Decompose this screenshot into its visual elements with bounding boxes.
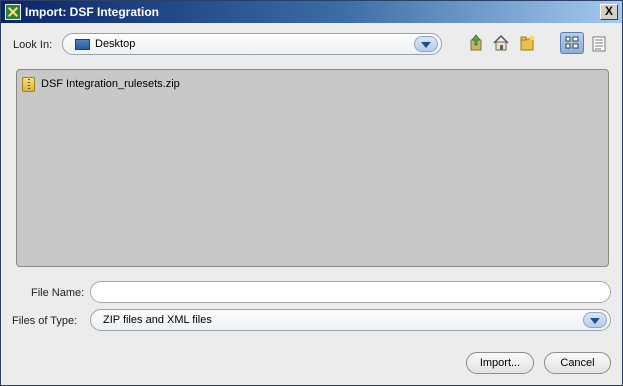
import-dialog: Import: DSF Integration X Look In: Deskt…: [0, 0, 623, 386]
list-view-button[interactable]: [560, 32, 584, 54]
new-folder-icon[interactable]: [518, 34, 536, 52]
close-button[interactable]: X: [600, 4, 618, 20]
file-name-label: File Name:: [31, 287, 85, 299]
list-view-icon: [565, 36, 579, 49]
desktop-icon: [75, 39, 90, 50]
app-icon: [5, 4, 21, 20]
file-name-input[interactable]: [90, 281, 611, 303]
details-view-icon[interactable]: [590, 35, 608, 53]
file-list-pane[interactable]: DSF Integration_rulesets.zip: [16, 69, 609, 267]
file-type-combo[interactable]: ZIP files and XML files: [90, 309, 611, 331]
file-name-text: DSF Integration_rulesets.zip: [41, 78, 180, 90]
up-folder-icon[interactable]: [467, 34, 485, 52]
look-in-combo[interactable]: Desktop: [62, 33, 442, 55]
window-title: Import: DSF Integration: [25, 5, 159, 19]
zip-file-icon: [22, 77, 35, 92]
chevron-down-icon[interactable]: [583, 312, 607, 328]
look-in-label: Look In:: [13, 39, 53, 51]
cancel-button[interactable]: Cancel: [544, 352, 611, 374]
look-in-value: Desktop: [95, 38, 136, 50]
file-type-value: ZIP files and XML files: [103, 314, 212, 326]
import-button[interactable]: Import...: [466, 352, 534, 374]
home-icon[interactable]: [492, 34, 510, 52]
title-bar[interactable]: Import: DSF Integration X: [1, 1, 622, 23]
chevron-down-icon[interactable]: [414, 36, 438, 52]
file-type-label: Files of Type:: [12, 315, 78, 327]
